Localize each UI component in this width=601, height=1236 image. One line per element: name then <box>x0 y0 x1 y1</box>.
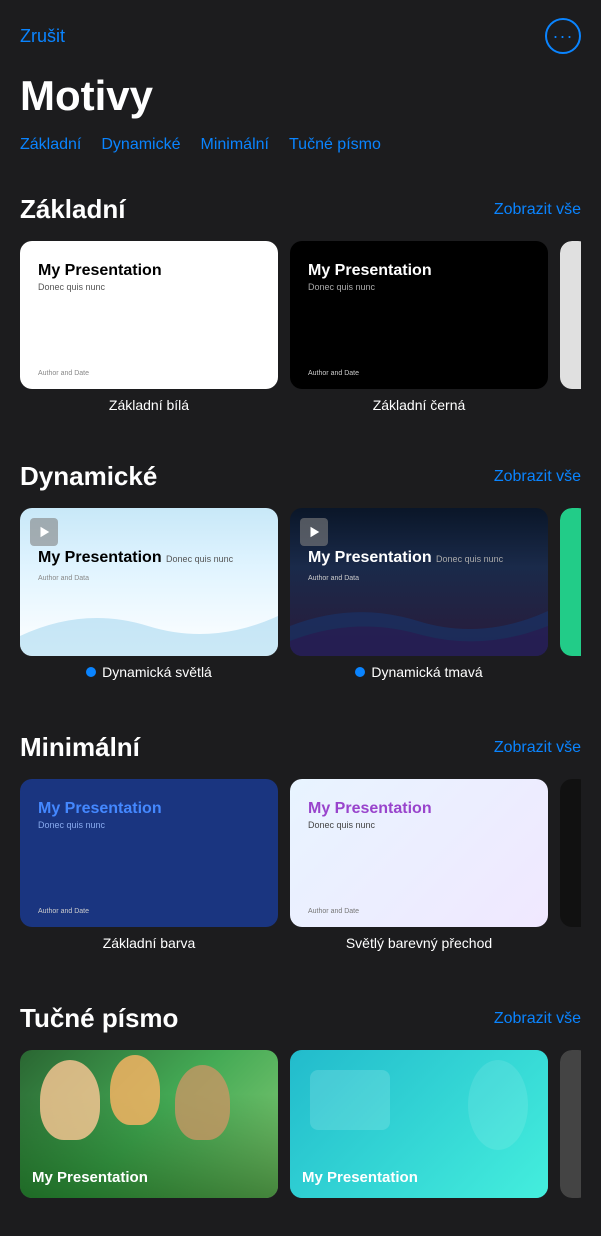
card-partial-dynamicke <box>560 508 581 680</box>
play-icon <box>300 518 328 546</box>
section-title-tucne: Tučné písmo <box>20 1003 178 1034</box>
card-zakladni-cerna[interactable]: My Presentation Donec quis nunc Author a… <box>290 241 548 413</box>
thumb-zakladni-cerna: My Presentation Donec quis nunc Author a… <box>290 241 548 389</box>
card-label-zakladni-barva: Základní barva <box>103 935 196 951</box>
tab-tucne[interactable]: Tučné písmo <box>289 136 381 154</box>
slide-title: My Presentation <box>38 549 162 566</box>
thumb-dynamicka-tmava: My Presentation Donec quis nunc Author a… <box>290 508 548 656</box>
show-all-minimalni[interactable]: Zobrazit vše <box>494 739 581 757</box>
tucne-cards-row: My Presentation My Presentation <box>20 1050 581 1206</box>
slide-subtitle: Donec quis nunc <box>436 554 503 564</box>
slide-subtitle: Donec quis nunc <box>308 820 530 830</box>
dot-tmava <box>355 667 365 677</box>
section-dynamicke: Dynamické Zobrazit vše My Presentation D… <box>0 441 601 698</box>
cancel-button[interactable]: Zrušit <box>20 26 65 47</box>
slide-author: Author and Date <box>38 370 260 377</box>
tab-minimalni[interactable]: Minimální <box>201 136 269 154</box>
label-text: Dynamická světlá <box>102 664 212 680</box>
section-header-minimalni: Minimální Zobrazit vše <box>20 732 581 763</box>
section-title-dynamicke: Dynamické <box>20 461 157 492</box>
slide-title: My Presentation <box>38 799 260 818</box>
card-dynamicka-svetla[interactable]: My Presentation Donec quis nunc Author a… <box>20 508 278 680</box>
slide-title: My Presentation <box>302 1169 418 1186</box>
card-label-svetly-barevny-prechod: Světlý barevný přechod <box>346 935 492 951</box>
slide-subtitle: Donec quis nunc <box>38 820 260 830</box>
dynamicke-cards-row: My Presentation Donec quis nunc Author a… <box>20 508 581 688</box>
slide-author: Author and Date <box>38 908 260 915</box>
tab-dynamicke[interactable]: Dynamické <box>101 136 180 154</box>
more-options-button[interactable]: ··· <box>545 18 581 54</box>
label-text: Dynamická tmavá <box>371 664 482 680</box>
card-partial-tucne <box>560 1050 581 1198</box>
page-title: Motivy <box>0 64 601 136</box>
section-zakladni: Základní Zobrazit vše My Presentation Do… <box>0 174 601 431</box>
thumb-zakladni-bila: My Presentation Donec quis nunc Author a… <box>20 241 278 389</box>
section-header-tucne: Tučné písmo Zobrazit vše <box>20 1003 581 1034</box>
section-tucne-pismo: Tučné písmo Zobrazit vše My Presentation <box>0 983 601 1216</box>
slide-author: Author and Date <box>308 370 530 377</box>
card-label-dynamicka-svetla: Dynamická světlá <box>86 664 212 680</box>
card-zakladni-barva[interactable]: My Presentation Donec quis nunc Author a… <box>20 779 278 951</box>
show-all-dynamicke[interactable]: Zobrazit vše <box>494 468 581 486</box>
slide-title: My Presentation <box>308 549 432 566</box>
minimalni-cards-row: My Presentation Donec quis nunc Author a… <box>20 779 581 959</box>
section-title-zakladni: Základní <box>20 194 125 225</box>
thumb-dynamicka-svetla: My Presentation Donec quis nunc Author a… <box>20 508 278 656</box>
slide-subtitle: Donec quis nunc <box>38 282 260 292</box>
category-tabs: Základní Dynamické Minimální Tučné písmo <box>0 136 601 174</box>
section-header-zakladni: Základní Zobrazit vše <box>20 194 581 225</box>
more-icon: ··· <box>553 27 574 45</box>
card-partial-minimalni <box>560 779 581 951</box>
slide-author: Author and Data <box>38 575 89 582</box>
slide-title: My Presentation <box>38 261 260 280</box>
tab-zakladni[interactable]: Základní <box>20 136 81 154</box>
card-svetly-barevny-prechod[interactable]: My Presentation Donec quis nunc Author a… <box>290 779 548 951</box>
slide-title: My Presentation <box>308 261 530 280</box>
card-tucne-1[interactable]: My Presentation <box>20 1050 278 1198</box>
card-partial-zakladni <box>560 241 581 413</box>
card-label-zakladni-bila: Základní bílá <box>109 397 189 413</box>
section-header-dynamicke: Dynamické Zobrazit vše <box>20 461 581 492</box>
card-label-zakladni-cerna: Základní černá <box>373 397 466 413</box>
slide-subtitle: Donec quis nunc <box>308 282 530 292</box>
card-dynamicka-tmava[interactable]: My Presentation Donec quis nunc Author a… <box>290 508 548 680</box>
slide-author: Author and Data <box>308 575 359 582</box>
slide-title: My Presentation <box>308 799 530 818</box>
thumb-tucne-1: My Presentation <box>20 1050 278 1198</box>
slide-subtitle: Donec quis nunc <box>166 554 233 564</box>
card-zakladni-bila[interactable]: My Presentation Donec quis nunc Author a… <box>20 241 278 413</box>
zakladni-cards-row: My Presentation Donec quis nunc Author a… <box>20 241 581 421</box>
thumb-zakladni-barva: My Presentation Donec quis nunc Author a… <box>20 779 278 927</box>
slide-author: Author and Date <box>308 908 530 915</box>
slide-title: My Presentation <box>32 1169 148 1186</box>
section-title-minimalni: Minimální <box>20 732 140 763</box>
header: Zrušit ··· <box>0 0 601 64</box>
card-tucne-2[interactable]: My Presentation <box>290 1050 548 1198</box>
dot-svetla <box>86 667 96 677</box>
play-icon <box>30 518 58 546</box>
thumb-tucne-2: My Presentation <box>290 1050 548 1198</box>
thumb-svetly-barevny-prechod: My Presentation Donec quis nunc Author a… <box>290 779 548 927</box>
card-label-dynamicka-tmava: Dynamická tmavá <box>355 664 482 680</box>
section-minimalni: Minimální Zobrazit vše My Presentation D… <box>0 712 601 969</box>
show-all-tucne[interactable]: Zobrazit vše <box>494 1010 581 1028</box>
show-all-zakladni[interactable]: Zobrazit vše <box>494 201 581 219</box>
